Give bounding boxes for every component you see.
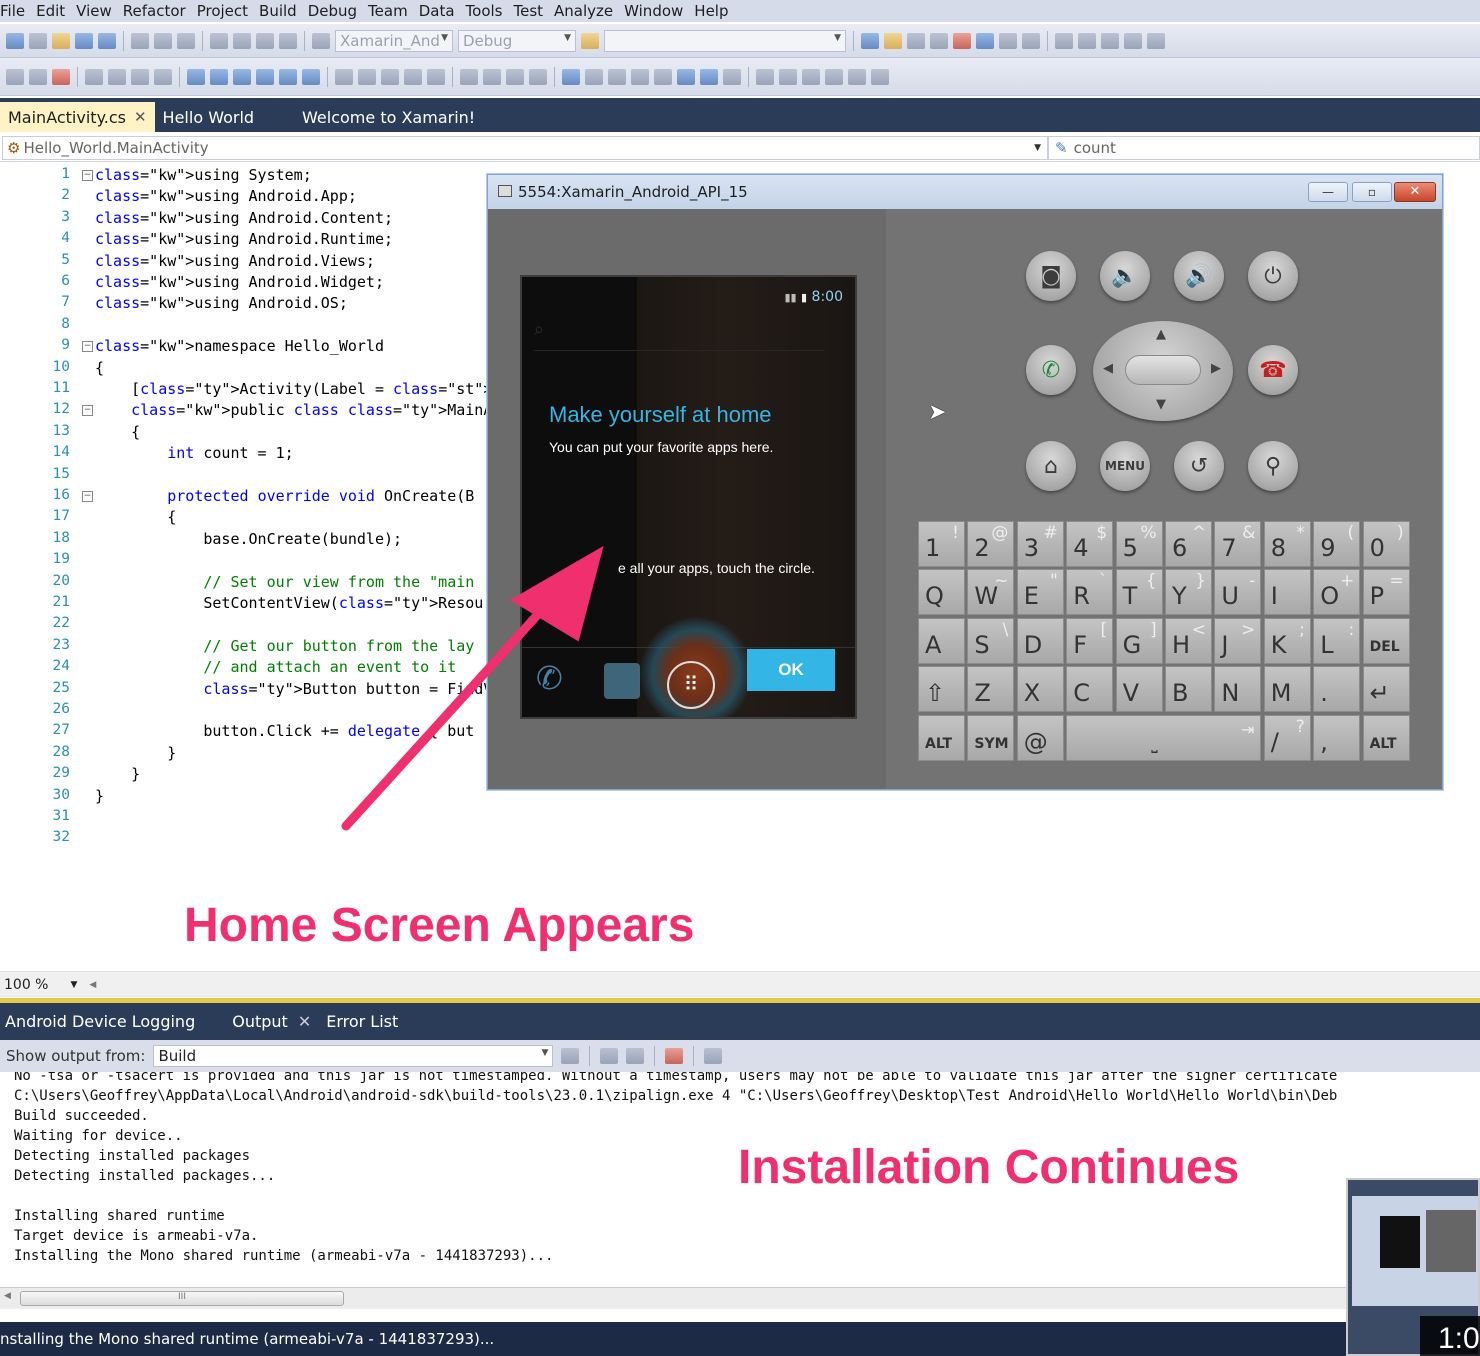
output-toolbar: Show output from: Build ▼ <box>0 1040 1480 1072</box>
clear-all-icon[interactable] <box>665 1048 684 1064</box>
video-timestamp: 1:0 <box>1420 1316 1480 1356</box>
thumbnail-keypad <box>1426 1210 1476 1272</box>
horizontal-scrollbar[interactable]: ◀ III <box>0 1287 1480 1309</box>
output-line: Target device is armeabi-v7a. <box>14 1228 259 1244</box>
next-message-icon[interactable] <box>626 1048 645 1064</box>
installation-annotation: Installation Continues <box>738 1141 1240 1194</box>
word-wrap-icon[interactable] <box>704 1048 723 1064</box>
output-line: Detecting installed packages <box>14 1148 251 1164</box>
toolbar-separator <box>693 1046 695 1066</box>
previous-message-icon[interactable] <box>600 1048 619 1064</box>
output-source-value: Build <box>158 1047 197 1065</box>
chevron-down-icon: ▼ <box>541 1048 549 1058</box>
go-to-line-icon[interactable] <box>561 1048 580 1064</box>
output-line: Detecting installed packages... <box>14 1168 276 1184</box>
scroll-left-icon[interactable]: ◀ <box>4 1291 11 1301</box>
output-line: Installing shared runtime <box>14 1208 225 1224</box>
output-line: Build succeeded. <box>14 1108 149 1124</box>
toolbar-separator <box>654 1046 656 1066</box>
scrollbar-thumb[interactable]: III <box>20 1291 344 1306</box>
home-arrow-shaft <box>341 585 565 831</box>
home-screen-annotation: Home Screen Appears <box>184 899 695 952</box>
tab-error-list[interactable]: Error List <box>321 1012 408 1031</box>
close-icon[interactable]: ✕ <box>298 1012 321 1031</box>
output-line: No -tsa or -tsacert is provided and this… <box>14 1072 1338 1084</box>
status-text: nstalling the Mono shared runtime (armea… <box>0 1330 495 1348</box>
video-thumbnail[interactable]: 1:0 <box>1346 1178 1480 1356</box>
status-bar: nstalling the Mono shared runtime (armea… <box>0 1322 1480 1356</box>
output-line: C:\Users\Geoffrey\AppData\Local\Android\… <box>14 1088 1338 1104</box>
toolbar-separator <box>589 1046 591 1066</box>
output-source-dropdown[interactable]: Build ▼ <box>153 1045 554 1067</box>
output-line: Installing the Mono shared runtime (arme… <box>14 1248 554 1264</box>
thumbnail-preview <box>1352 1196 1478 1306</box>
thumbnail-phone <box>1380 1216 1420 1268</box>
output-line: Waiting for device.. <box>14 1128 183 1144</box>
output-tabs: Android Device Logging Output ✕ Error Li… <box>0 1003 1480 1040</box>
tab-output[interactable]: Output <box>227 1012 298 1031</box>
show-output-label: Show output from: <box>6 1047 146 1065</box>
tab-android-device-logging[interactable]: Android Device Logging <box>0 1012 227 1031</box>
